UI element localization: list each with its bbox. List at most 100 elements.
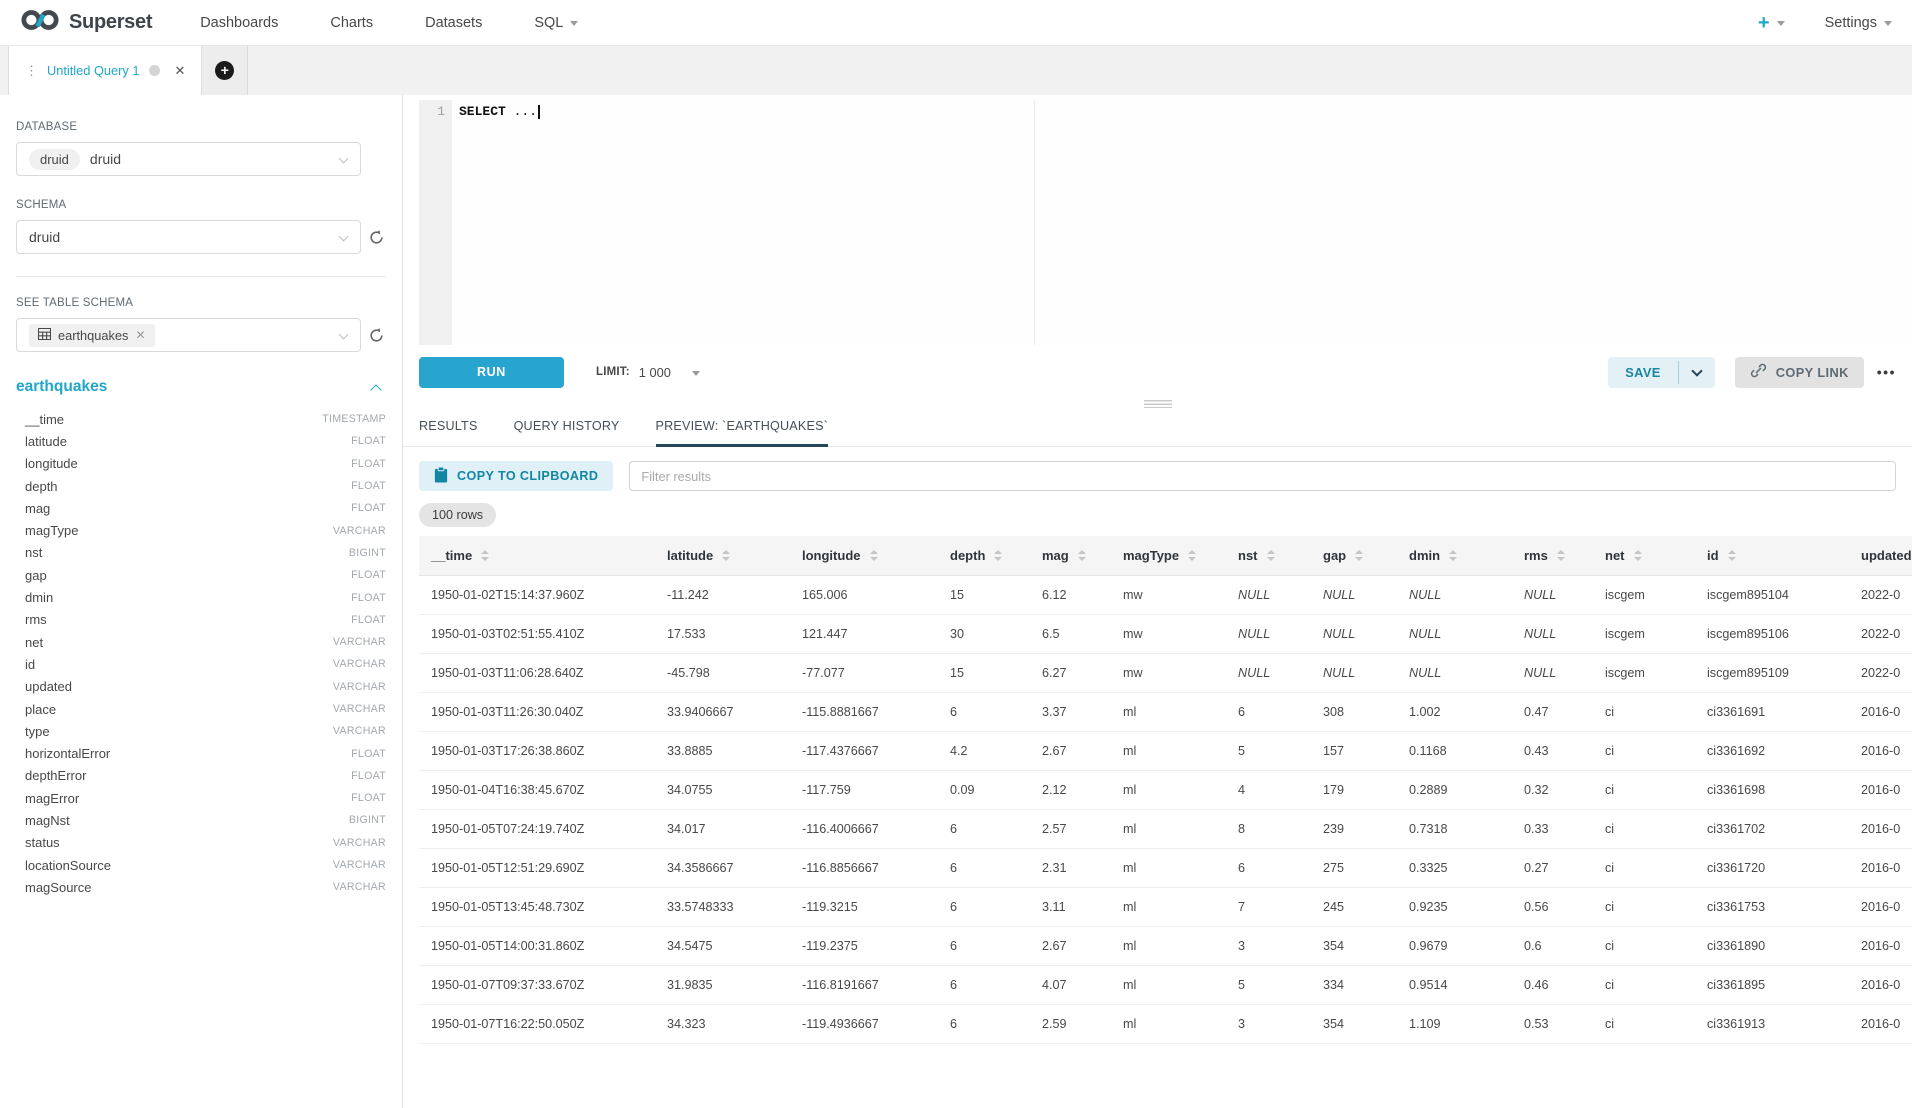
tab-results[interactable]: RESULTS	[419, 419, 478, 446]
sort-icon[interactable]	[722, 550, 730, 561]
copy-to-clipboard-button[interactable]: COPY TO CLIPBOARD	[419, 461, 613, 491]
schema-column-name: updated	[25, 679, 72, 694]
chevron-up-icon[interactable]	[370, 384, 381, 395]
close-icon[interactable]: ✕	[174, 63, 185, 79]
sort-icon[interactable]	[994, 550, 1002, 561]
sort-icon[interactable]	[1728, 550, 1736, 561]
run-button[interactable]: RUN	[419, 357, 564, 388]
schema-column-row[interactable]: magNstBIGINT	[16, 809, 386, 831]
limit-dropdown[interactable]: LIMIT: 1 000	[596, 365, 700, 380]
column-header-rms[interactable]: rms	[1512, 536, 1593, 575]
schema-column-row[interactable]: magSourceVARCHAR	[16, 876, 386, 898]
table-cell: ml	[1111, 770, 1226, 809]
column-header-longitude[interactable]: longitude	[790, 536, 938, 575]
superset-logo[interactable]: Superset	[20, 8, 152, 37]
schema-column-type: FLOAT	[351, 569, 386, 581]
schema-column-row[interactable]: idVARCHAR	[16, 653, 386, 675]
nav-item-dashboards[interactable]: Dashboards	[200, 15, 278, 31]
schema-value: druid	[29, 229, 60, 245]
table-cell: ci	[1593, 809, 1695, 848]
schema-column-row[interactable]: netVARCHAR	[16, 631, 386, 653]
nav-item-charts[interactable]: Charts	[330, 15, 373, 31]
column-header-nst[interactable]: nst	[1226, 536, 1311, 575]
schema-column-row[interactable]: updatedVARCHAR	[16, 676, 386, 698]
table-cell: 8	[1226, 809, 1311, 848]
sql-editor[interactable]: 1 SELECT ...	[419, 100, 1912, 345]
schema-column-row[interactable]: dminFLOAT	[16, 586, 386, 608]
sort-icon[interactable]	[1355, 550, 1363, 561]
sort-icon[interactable]	[1267, 550, 1275, 561]
nav-item-sql[interactable]: SQL	[534, 15, 578, 31]
column-header-depth[interactable]: depth	[938, 536, 1030, 575]
sort-icon[interactable]	[1557, 550, 1565, 561]
sort-icon[interactable]	[481, 550, 489, 561]
column-header-dmin[interactable]: dmin	[1397, 536, 1512, 575]
column-header-gap[interactable]: gap	[1311, 536, 1397, 575]
filter-results-input[interactable]	[629, 461, 1896, 491]
schema-column-row[interactable]: magErrorFLOAT	[16, 787, 386, 809]
table-cell: 0.32	[1512, 770, 1593, 809]
tab-preview-earthquakes[interactable]: PREVIEW: `EARTHQUAKES`	[656, 419, 829, 446]
sort-icon[interactable]	[1634, 550, 1642, 561]
schema-column-type: VARCHAR	[333, 859, 386, 871]
column-header-updated[interactable]: updated	[1849, 536, 1912, 575]
column-header-magType[interactable]: magType	[1111, 536, 1226, 575]
database-select[interactable]: druid druid	[16, 142, 361, 176]
editor-code[interactable]: SELECT ...	[452, 100, 1912, 345]
pane-resizer[interactable]	[403, 395, 1912, 410]
refresh-tables-icon[interactable]	[367, 326, 386, 345]
sort-icon[interactable]	[1449, 550, 1457, 561]
sort-icon[interactable]	[870, 550, 878, 561]
column-header-__time[interactable]: __time	[419, 536, 655, 575]
schema-column-row[interactable]: statusVARCHAR	[16, 832, 386, 854]
save-button[interactable]: SAVE	[1608, 357, 1678, 388]
schema-column-row[interactable]: nstBIGINT	[16, 542, 386, 564]
schema-column-row[interactable]: depthFLOAT	[16, 475, 386, 497]
more-actions-button[interactable]: •••	[1877, 364, 1896, 380]
database-value: druid	[90, 151, 121, 167]
table-cell: 1950-01-05T12:51:29.690Z	[419, 848, 655, 887]
tab-query-history[interactable]: QUERY HISTORY	[514, 419, 620, 446]
settings-menu[interactable]: Settings	[1825, 15, 1892, 31]
drag-handle-icon[interactable]: ⋮	[25, 63, 37, 79]
table-cell: -119.3215	[790, 887, 938, 926]
schema-column-row[interactable]: locationSourceVARCHAR	[16, 854, 386, 876]
column-header-latitude[interactable]: latitude	[655, 536, 790, 575]
schema-column-row[interactable]: magTypeVARCHAR	[16, 519, 386, 541]
column-header-mag[interactable]: mag	[1030, 536, 1111, 575]
schema-column-row[interactable]: magFLOAT	[16, 497, 386, 519]
query-tab-active[interactable]: ⋮ Untitled Query 1 ✕	[8, 46, 202, 95]
nav-item-datasets[interactable]: Datasets	[425, 15, 482, 31]
table-cell: 2022-0	[1849, 653, 1912, 692]
refresh-schema-icon[interactable]	[367, 228, 386, 247]
plus-icon: +	[1758, 13, 1770, 33]
column-header-net[interactable]: net	[1593, 536, 1695, 575]
schema-column-row[interactable]: rmsFLOAT	[16, 609, 386, 631]
new-item-button[interactable]: +	[1758, 13, 1785, 33]
schema-column-row[interactable]: depthErrorFLOAT	[16, 765, 386, 787]
schema-column-row[interactable]: placeVARCHAR	[16, 698, 386, 720]
table-cell: 1950-01-05T13:45:48.730Z	[419, 887, 655, 926]
table-cell: NULL	[1226, 614, 1311, 653]
schema-select[interactable]: druid	[16, 220, 361, 254]
sort-icon[interactable]	[1188, 550, 1196, 561]
table-schema-header[interactable]: earthquakes	[16, 378, 386, 396]
remove-table-icon[interactable]: ✕	[135, 328, 145, 342]
new-query-tab-button[interactable]: +	[202, 46, 248, 95]
table-select[interactable]: earthquakes ✕	[16, 318, 361, 352]
schema-column-row[interactable]: typeVARCHAR	[16, 720, 386, 742]
row-count-badge: 100 rows	[419, 503, 496, 527]
schema-column-row[interactable]: longitudeFLOAT	[16, 453, 386, 475]
schema-column-name: nst	[25, 545, 42, 560]
schema-column-row[interactable]: horizontalErrorFLOAT	[16, 742, 386, 764]
schema-column-row[interactable]: gapFLOAT	[16, 564, 386, 586]
sidebar-divider	[16, 276, 386, 277]
column-header-id[interactable]: id	[1695, 536, 1849, 575]
chevron-down-icon	[1691, 365, 1702, 376]
schema-column-row[interactable]: latitudeFLOAT	[16, 430, 386, 452]
schema-column-row[interactable]: __timeTIMESTAMP	[16, 408, 386, 430]
sort-icon[interactable]	[1078, 550, 1086, 561]
resize-grip-icon[interactable]	[1144, 400, 1172, 408]
save-dropdown-button[interactable]	[1679, 357, 1715, 388]
copy-link-button[interactable]: COPY LINK	[1735, 357, 1864, 388]
